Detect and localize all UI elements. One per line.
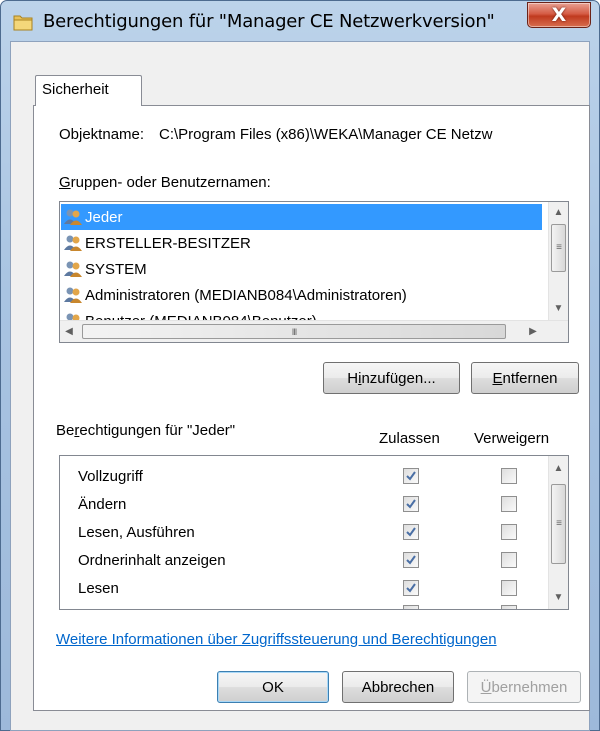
scroll-thumb[interactable]: ≡ — [551, 224, 566, 272]
ok-button-label: OK — [262, 678, 284, 696]
tab-security[interactable]: Sicherheit — [35, 75, 142, 106]
tab-security-label: Sicherheit — [42, 81, 109, 98]
close-button[interactable]: X — [527, 2, 591, 28]
allow-checkbox[interactable] — [403, 552, 419, 568]
deny-checkbox[interactable] — [501, 496, 517, 512]
allow-checkbox[interactable] — [403, 580, 419, 596]
access-control-help-link[interactable]: Weitere Informationen über Zugriffssteue… — [56, 631, 497, 648]
deny-column-header: Verweigern — [474, 430, 550, 447]
users-icon — [64, 287, 82, 303]
checkmark-icon — [406, 527, 416, 537]
allow-checkbox[interactable] — [403, 605, 419, 609]
cancel-button-label: Abbrechen — [361, 678, 435, 696]
deny-checkbox[interactable] — [501, 605, 517, 609]
window-title: Berechtigungen für "Manager CE Netzwerkv… — [43, 11, 495, 32]
permission-name: Ändern — [78, 496, 127, 513]
scroll-down-arrow-icon[interactable]: ▼ — [549, 589, 568, 606]
scroll-left-arrow-icon[interactable]: ◀ — [60, 323, 78, 340]
permission-name: Lesen — [78, 580, 119, 597]
allow-checkbox[interactable] — [403, 468, 419, 484]
permissions-listbox[interactable]: Vollzugriff Ändern Lesen, Ausführen Ordn… — [59, 455, 569, 610]
permission-name: Vollzugriff — [78, 468, 143, 485]
allow-checkbox[interactable] — [403, 524, 419, 540]
add-button-label: Hinzufügen... — [347, 369, 436, 387]
groups-listbox[interactable]: Jeder ERSTELLER-BESITZER SYSTEM Administ… — [59, 201, 569, 343]
remove-button[interactable]: Entfernen — [471, 362, 579, 394]
users-icon — [64, 261, 82, 277]
tab-panel-security: Objektname: C:\Program Files (x86)\WEKA\… — [33, 105, 590, 711]
object-name-value: C:\Program Files (x86)\WEKA\Manager CE N… — [159, 126, 493, 143]
permissions-vertical-scrollbar[interactable]: ▲ ≡ ▼ — [548, 456, 568, 609]
deny-checkbox[interactable] — [501, 468, 517, 484]
groups-label: Gruppen- oder Benutzernamen: — [59, 174, 271, 191]
dialog-client-area: Sicherheit Objektname: C:\Program Files … — [10, 41, 590, 731]
folder-icon — [13, 13, 33, 31]
allow-checkbox[interactable] — [403, 496, 419, 512]
grip-icon: ≡ — [556, 242, 562, 253]
list-item-label: SYSTEM — [85, 260, 147, 278]
users-icon — [64, 235, 82, 251]
scroll-down-arrow-icon[interactable]: ▼ — [549, 300, 568, 317]
groups-horizontal-scrollbar[interactable]: ◀ III ▶ — [60, 320, 568, 342]
users-icon — [64, 209, 82, 225]
dialog-window: Berechtigungen für "Manager CE Netzwerkv… — [0, 0, 600, 731]
permission-name: Ordnerinhalt anzeigen — [78, 552, 226, 569]
list-item[interactable]: Administratoren (MEDIANB084\Administrato… — [61, 282, 542, 308]
scroll-up-arrow-icon[interactable]: ▲ — [549, 460, 568, 477]
list-item[interactable]: SYSTEM — [61, 256, 542, 282]
allow-column-header: Zulassen — [379, 430, 440, 447]
grip-icon: III — [291, 326, 297, 337]
deny-checkbox[interactable] — [501, 524, 517, 540]
list-item-label: Jeder — [85, 208, 123, 226]
checkmark-icon — [406, 471, 416, 481]
checkmark-icon — [406, 583, 416, 593]
scroll-up-arrow-icon[interactable]: ▲ — [549, 204, 568, 221]
groups-label-accel: G — [59, 174, 71, 191]
cancel-button[interactable]: Abbrechen — [342, 671, 454, 703]
grip-icon: ≡ — [556, 518, 562, 529]
permission-name: Lesen, Ausführen — [78, 524, 195, 541]
title-bar[interactable]: Berechtigungen für "Manager CE Netzwerkv… — [1, 1, 599, 41]
horizontal-scroll-thumb[interactable]: III — [82, 324, 506, 339]
apply-button-label: Übernehmen — [480, 678, 568, 696]
object-name-label: Objektname: — [59, 126, 145, 143]
remove-button-label: Entfernen — [492, 369, 558, 387]
close-icon: X — [551, 4, 567, 26]
checkmark-icon — [406, 499, 416, 509]
list-item-label: ERSTELLER-BESITZER — [85, 234, 251, 252]
groups-label-text: ruppen- oder Benutzernamen: — [70, 174, 271, 191]
permissions-label: Berechtigungen für "Jeder" — [56, 422, 236, 439]
checkmark-icon — [406, 555, 416, 565]
list-item[interactable]: ERSTELLER-BESITZER — [61, 230, 542, 256]
list-item-label: Administratoren (MEDIANB084\Administrato… — [85, 286, 407, 304]
scroll-thumb[interactable]: ≡ — [551, 484, 566, 564]
apply-button[interactable]: Übernehmen — [467, 671, 581, 703]
deny-checkbox[interactable] — [501, 552, 517, 568]
scroll-right-arrow-icon[interactable]: ▶ — [524, 323, 542, 340]
add-button[interactable]: Hinzufügen... — [323, 362, 460, 394]
groups-vertical-scrollbar[interactable]: ▲ ≡ ▼ — [548, 202, 568, 320]
deny-checkbox[interactable] — [501, 580, 517, 596]
list-item[interactable]: Jeder — [61, 204, 542, 230]
ok-button[interactable]: OK — [217, 671, 329, 703]
